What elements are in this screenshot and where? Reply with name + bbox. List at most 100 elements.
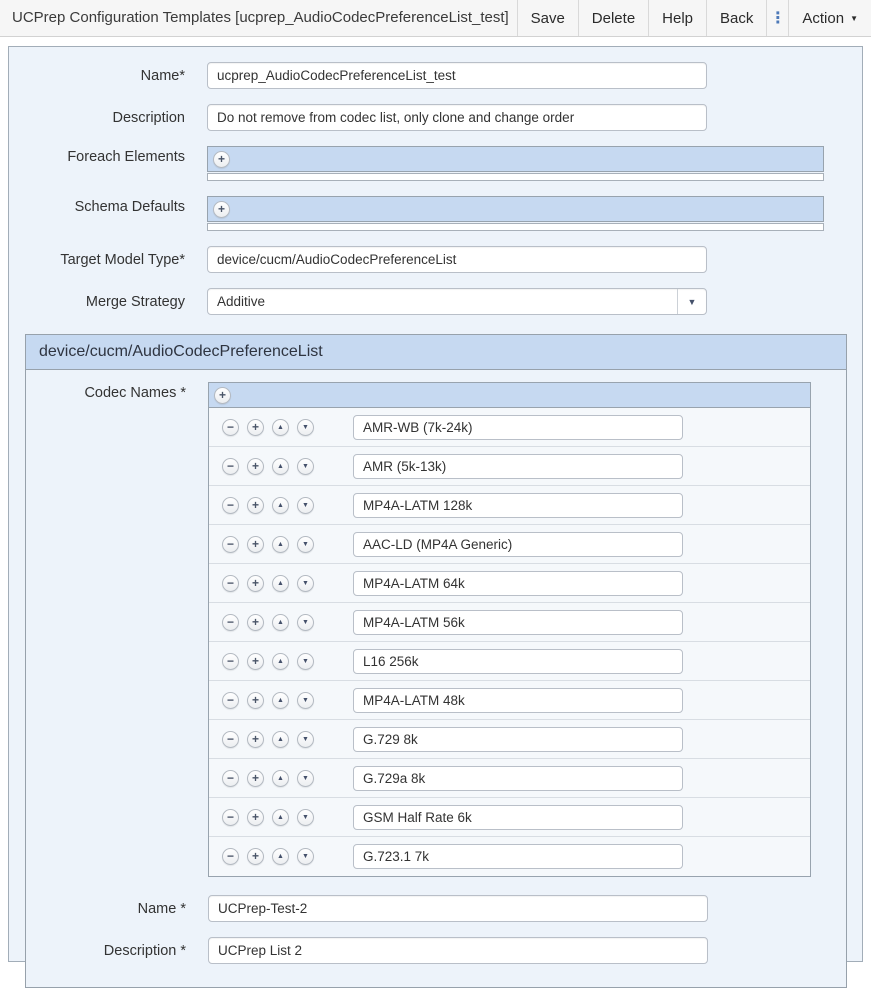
move-codec-up-button[interactable]: ▲ (272, 653, 289, 670)
move-codec-up-button[interactable]: ▲ (272, 731, 289, 748)
remove-codec-button[interactable]: − (222, 614, 239, 631)
move-codec-up-button[interactable]: ▲ (272, 614, 289, 631)
move-codec-down-button[interactable]: ▼ (297, 731, 314, 748)
move-codec-down-button[interactable]: ▼ (297, 536, 314, 553)
move-codec-down-button[interactable]: ▼ (297, 497, 314, 514)
add-codec-button[interactable]: + (247, 497, 264, 514)
minus-icon: − (227, 577, 234, 589)
arrow-down-icon: ▼ (302, 736, 309, 743)
remove-codec-button[interactable]: − (222, 848, 239, 865)
field-row-target-model-type: Target Model Type* (9, 246, 862, 273)
move-codec-up-button[interactable]: ▲ (272, 692, 289, 709)
codec-name-input[interactable] (353, 571, 683, 596)
arrow-down-icon: ▼ (302, 697, 309, 704)
remove-codec-button[interactable]: − (222, 575, 239, 592)
move-codec-up-button[interactable]: ▲ (272, 770, 289, 787)
action-menu-label: Action (802, 10, 844, 27)
arrow-down-icon: ▼ (302, 424, 309, 431)
move-codec-up-button[interactable]: ▲ (272, 458, 289, 475)
add-codec-button[interactable]: + (247, 731, 264, 748)
move-codec-down-button[interactable]: ▼ (297, 692, 314, 709)
schema-defaults-add-bar: + (207, 196, 824, 222)
move-codec-up-button[interactable]: ▲ (272, 809, 289, 826)
remove-codec-button[interactable]: − (222, 419, 239, 436)
remove-codec-button[interactable]: − (222, 497, 239, 514)
target-model-type-input[interactable] (207, 246, 707, 273)
codec-name-input[interactable] (353, 688, 683, 713)
move-codec-down-button[interactable]: ▼ (297, 770, 314, 787)
field-row-foreach-elements: Foreach Elements + (9, 146, 862, 181)
help-button[interactable]: Help (648, 0, 706, 36)
remove-codec-button[interactable]: − (222, 692, 239, 709)
delete-button[interactable]: Delete (578, 0, 648, 36)
add-codec-button[interactable]: + (247, 419, 264, 436)
codec-name-input[interactable] (353, 805, 683, 830)
minus-icon: − (227, 499, 234, 511)
codec-row: − + ▲ ▼ (209, 759, 810, 798)
move-codec-down-button[interactable]: ▼ (297, 809, 314, 826)
schema-defaults-label: Schema Defaults (9, 196, 207, 215)
list-description-input[interactable] (208, 937, 708, 964)
overflow-menu-icon[interactable]: ⋮ (766, 0, 788, 36)
remove-codec-button[interactable]: − (222, 809, 239, 826)
description-input[interactable] (207, 104, 707, 131)
move-codec-up-button[interactable]: ▲ (272, 575, 289, 592)
arrow-down-icon: ▼ (302, 541, 309, 548)
move-codec-down-button[interactable]: ▼ (297, 458, 314, 475)
codec-name-input[interactable] (353, 844, 683, 869)
add-codec-button[interactable]: + (247, 536, 264, 553)
field-row-codec-names: Codec Names * + − + ▲ ▼ − (26, 382, 846, 877)
plus-icon: + (252, 850, 259, 862)
codec-name-input[interactable] (353, 415, 683, 440)
plus-icon: + (252, 499, 259, 511)
save-button[interactable]: Save (517, 0, 578, 36)
codec-name-input[interactable] (353, 493, 683, 518)
move-codec-down-button[interactable]: ▼ (297, 653, 314, 670)
codec-name-input[interactable] (353, 766, 683, 791)
move-codec-up-button[interactable]: ▲ (272, 419, 289, 436)
toolbar: Save Delete Help Back ⋮ Action ▼ (517, 0, 871, 36)
merge-strategy-select[interactable]: Additive ▼ (207, 288, 707, 315)
minus-icon: − (227, 460, 234, 472)
codec-row: − + ▲ ▼ (209, 408, 810, 447)
move-codec-up-button[interactable]: ▲ (272, 536, 289, 553)
move-codec-down-button[interactable]: ▼ (297, 419, 314, 436)
field-row-list-description: Description * (26, 937, 846, 964)
remove-codec-button[interactable]: − (222, 770, 239, 787)
move-codec-up-button[interactable]: ▲ (272, 848, 289, 865)
name-input[interactable] (207, 62, 707, 89)
codec-name-input[interactable] (353, 610, 683, 635)
remove-codec-button[interactable]: − (222, 536, 239, 553)
action-menu-button[interactable]: Action ▼ (788, 0, 871, 36)
back-button[interactable]: Back (706, 0, 766, 36)
move-codec-down-button[interactable]: ▼ (297, 575, 314, 592)
plus-icon: + (219, 389, 226, 401)
plus-icon: + (218, 153, 225, 165)
remove-codec-button[interactable]: − (222, 731, 239, 748)
codec-name-input[interactable] (353, 649, 683, 674)
add-codec-button[interactable]: + (247, 614, 264, 631)
remove-codec-button[interactable]: − (222, 458, 239, 475)
minus-icon: − (227, 850, 234, 862)
move-codec-up-button[interactable]: ▲ (272, 497, 289, 514)
add-codec-button[interactable]: + (247, 458, 264, 475)
codec-name-input[interactable] (353, 454, 683, 479)
remove-codec-button[interactable]: − (222, 653, 239, 670)
title-bar: UCPrep Configuration Templates [ucprep_A… (0, 0, 871, 37)
arrow-up-icon: ▲ (277, 619, 284, 626)
move-codec-down-button[interactable]: ▼ (297, 848, 314, 865)
codec-name-input[interactable] (353, 727, 683, 752)
add-foreach-element-button[interactable]: + (213, 151, 230, 168)
codec-row: − + ▲ ▼ (209, 486, 810, 525)
add-codec-button[interactable]: + (247, 848, 264, 865)
codec-name-input[interactable] (353, 532, 683, 557)
move-codec-down-button[interactable]: ▼ (297, 614, 314, 631)
add-codec-button[interactable]: + (247, 770, 264, 787)
add-codec-button[interactable]: + (247, 692, 264, 709)
add-schema-default-button[interactable]: + (213, 201, 230, 218)
add-codec-button[interactable]: + (247, 575, 264, 592)
add-codec-button[interactable]: + (214, 387, 231, 404)
list-name-input[interactable] (208, 895, 708, 922)
add-codec-button[interactable]: + (247, 809, 264, 826)
add-codec-button[interactable]: + (247, 653, 264, 670)
